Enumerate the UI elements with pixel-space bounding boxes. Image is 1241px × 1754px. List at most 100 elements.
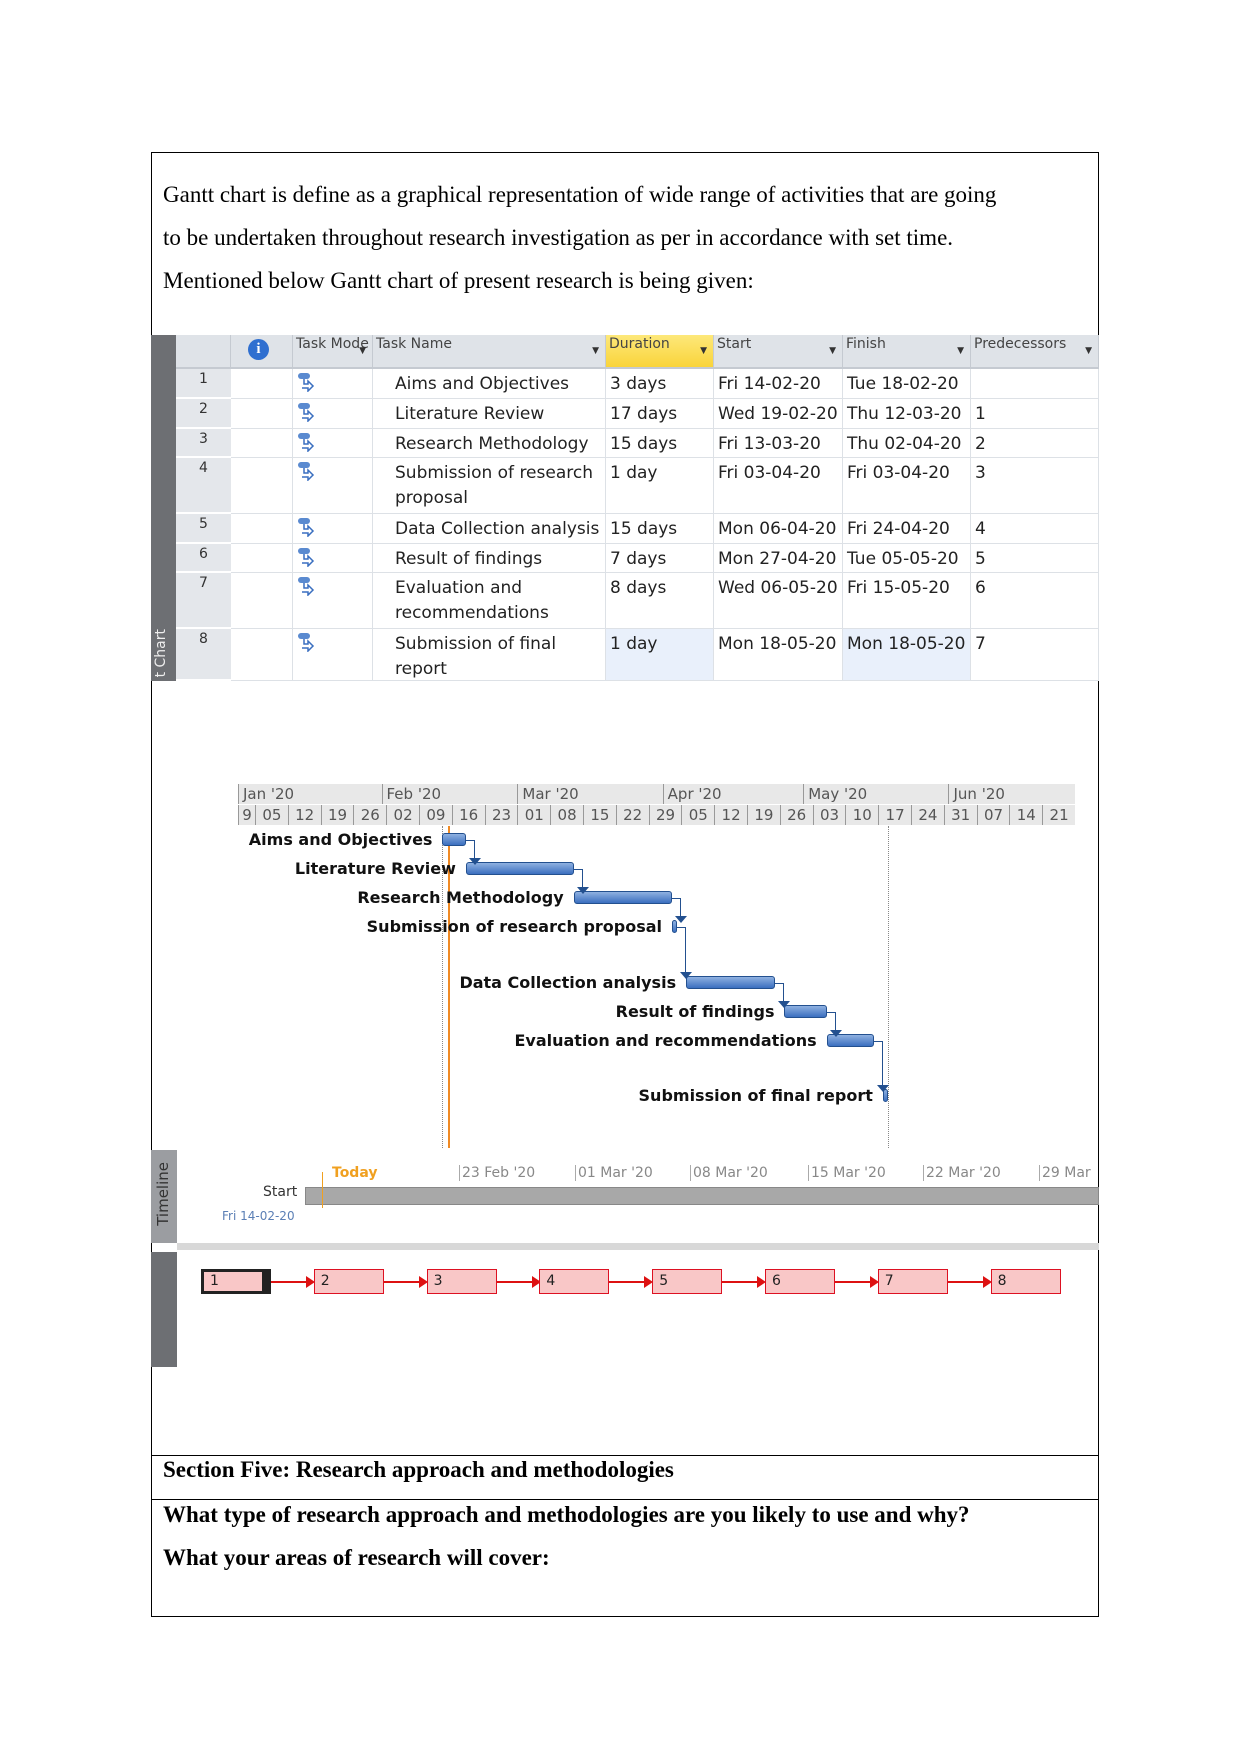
task-finish-cell[interactable]: Fri 24-04-20	[843, 514, 971, 544]
dependency-arrow-icon	[778, 1001, 791, 1008]
task-duration-cell[interactable]: 7 days	[606, 544, 714, 573]
task-duration-cell[interactable]: 1 day	[606, 458, 714, 514]
row-number[interactable]: 6	[176, 544, 231, 573]
task-start-cell[interactable]: Fri 03-04-20	[714, 458, 843, 514]
task-name-cell[interactable]: Submission of research proposal	[373, 458, 606, 514]
network-node[interactable]: 4	[539, 1269, 610, 1294]
header-indicators[interactable]: i	[231, 335, 293, 369]
task-duration-cell[interactable]: 1 day	[606, 629, 714, 681]
row-number[interactable]: 8	[176, 629, 231, 681]
task-finish-cell[interactable]: Fri 15-05-20	[843, 573, 971, 629]
timeline-tick: 23 Feb '20	[459, 1165, 535, 1181]
timescale-week: 02	[386, 805, 419, 825]
task-duration-cell[interactable]: 15 days	[606, 429, 714, 458]
network-arrow	[383, 1276, 428, 1288]
task-duration-cell[interactable]: 17 days	[606, 399, 714, 429]
network-node[interactable]: 6	[765, 1269, 835, 1294]
dependency-link	[826, 1012, 835, 1013]
task-duration-cell[interactable]: 8 days	[606, 573, 714, 629]
header-task-mode[interactable]: Task Mode ▼	[293, 335, 373, 369]
network-node[interactable]: 8	[990, 1269, 1061, 1294]
task-pred-cell[interactable]: 4	[971, 514, 1099, 544]
task-name-cell[interactable]: Data Collection analysis	[373, 514, 606, 544]
auto-scheduled-icon	[298, 548, 315, 568]
task-finish-cell[interactable]: Mon 18-05-20	[843, 629, 971, 681]
task-mode-cell[interactable]	[293, 514, 373, 544]
indicator-cell	[231, 573, 293, 629]
task-start-cell[interactable]: Mon 27-04-20	[714, 544, 843, 573]
task-start-cell[interactable]: Wed 06-05-20	[714, 573, 843, 629]
task-pred-cell[interactable]: 3	[971, 458, 1099, 514]
gantt-task-label: Evaluation and recommendations	[514, 1031, 817, 1050]
row-number[interactable]: 4	[176, 458, 231, 514]
header-label: Task Mode	[296, 336, 369, 352]
divider	[151, 1499, 1099, 1500]
network-node[interactable]: 7	[877, 1269, 948, 1294]
row-number[interactable]: 3	[176, 429, 231, 458]
task-pred-cell[interactable]: 5	[971, 544, 1099, 573]
network-arrow	[947, 1276, 992, 1288]
task-mode-cell[interactable]	[293, 429, 373, 458]
timescale-week: 19	[320, 805, 354, 825]
task-start-cell[interactable]: Mon 06-04-20	[714, 514, 843, 544]
header-label: Start	[717, 336, 752, 352]
task-name-cell[interactable]: Aims and Objectives	[373, 369, 606, 399]
network-node[interactable]: 3	[426, 1269, 497, 1294]
task-pred-cell[interactable]: 6	[971, 573, 1099, 629]
header-finish[interactable]: Finish ▼	[843, 335, 971, 369]
timescale-week: 24	[911, 805, 944, 825]
task-mode-cell[interactable]	[293, 629, 373, 681]
header-duration[interactable]: Duration ▼	[606, 335, 714, 369]
gantt-bar[interactable]	[686, 976, 776, 989]
task-finish-cell[interactable]: Tue 18-02-20	[843, 369, 971, 399]
row-number[interactable]: 5	[176, 514, 231, 544]
task-name-cell[interactable]: Submission of final report	[373, 629, 606, 681]
task-start-cell[interactable]: Fri 13-03-20	[714, 429, 843, 458]
network-node[interactable]: 2	[313, 1269, 384, 1294]
task-mode-cell[interactable]	[293, 544, 373, 573]
header-predecessors[interactable]: Predecessors ▼	[971, 335, 1099, 369]
network-node[interactable]: 5	[652, 1269, 723, 1294]
row-number[interactable]: 1	[176, 369, 231, 399]
header-task-name[interactable]: Task Name ▼	[373, 335, 606, 369]
gantt-bar[interactable]	[465, 862, 574, 875]
task-mode-cell[interactable]	[293, 458, 373, 514]
gantt-bar[interactable]	[784, 1005, 827, 1018]
task-name-cell[interactable]: Research Methodology	[373, 429, 606, 458]
indicator-cell	[231, 429, 293, 458]
auto-scheduled-icon	[298, 518, 315, 538]
network-view-bar	[151, 1252, 177, 1367]
row-number[interactable]: 7	[176, 573, 231, 629]
task-mode-cell[interactable]	[293, 399, 373, 429]
task-mode-cell[interactable]	[293, 369, 373, 399]
task-pred-cell[interactable]	[971, 369, 1099, 399]
task-start-cell[interactable]: Wed 19-02-20	[714, 399, 843, 429]
task-start-cell[interactable]: Mon 18-05-20	[714, 629, 843, 681]
task-pred-cell[interactable]: 1	[971, 399, 1099, 429]
task-finish-cell[interactable]: Fri 03-04-20	[843, 458, 971, 514]
task-mode-cell[interactable]	[293, 573, 373, 629]
task-finish-cell[interactable]: Thu 12-03-20	[843, 399, 971, 429]
gantt-bar[interactable]	[442, 833, 466, 846]
task-name-cell[interactable]: Result of findings	[373, 544, 606, 573]
task-pred-cell[interactable]: 2	[971, 429, 1099, 458]
timescale-week: 07	[976, 805, 1010, 825]
network-arrow	[271, 1276, 315, 1288]
task-pred-cell[interactable]: 7	[971, 629, 1099, 681]
task-name-cell[interactable]: Literature Review	[373, 399, 606, 429]
task-name-cell[interactable]: Evaluation and recommendations	[373, 573, 606, 629]
timeline-range-bar[interactable]	[305, 1187, 1099, 1205]
dependency-arrow-icon	[576, 887, 589, 894]
task-start-cell[interactable]: Fri 14-02-20	[714, 369, 843, 399]
task-duration-cell[interactable]: 3 days	[606, 369, 714, 399]
timescale-week: 21	[1042, 805, 1075, 825]
network-node[interactable]: 1	[201, 1269, 271, 1294]
timescale-week: 05	[255, 805, 288, 825]
task-duration-cell[interactable]: 15 days	[606, 514, 714, 544]
timescale-week: 29	[648, 805, 682, 825]
header-start[interactable]: Start ▼	[714, 335, 843, 369]
timescale-week: 12	[714, 805, 747, 825]
task-finish-cell[interactable]: Tue 05-05-20	[843, 544, 971, 573]
task-finish-cell[interactable]: Thu 02-04-20	[843, 429, 971, 458]
row-number[interactable]: 2	[176, 399, 231, 429]
